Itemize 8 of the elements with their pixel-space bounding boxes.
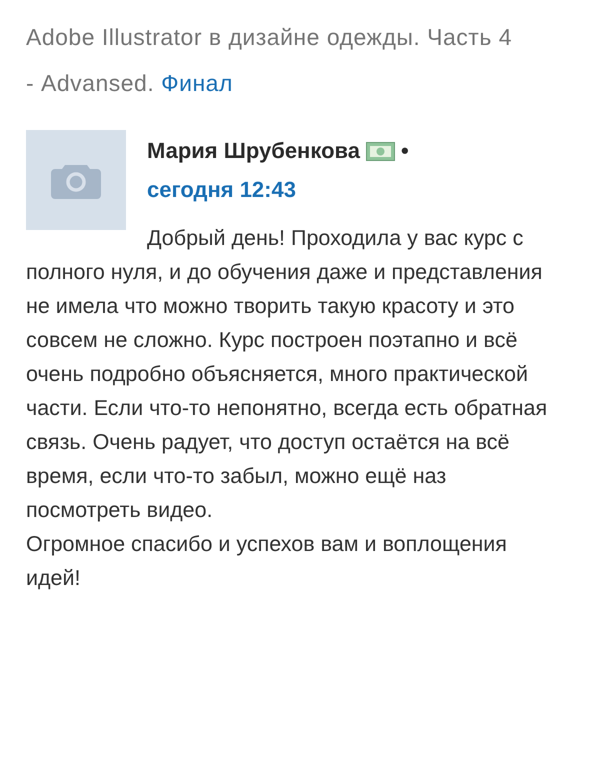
review-text: Огромное спасибо и успехов вам и воплощения идей!: [26, 531, 508, 592]
author-name: Мария Шрубенкова: [147, 137, 360, 165]
course-title: Adobe Illustrator в дизайне одежды. Часть 4 - Advansed. Финал: [26, 23, 513, 98]
banknote-icon: [366, 142, 395, 160]
review-text: Добрый день! Проходила у вас курс с полного нуля, и до обучения даже и представления не имела что можно творить такую красоту и это совсем не сложно. Курс построен поэтапно и всё очень подробно объясняется, много практической части. Если что-то непонятно, всегда есть обратная связь. Очень радует, что доступ остаётся на всё время, если что-то забыл, можно ещё наз посмотреть видео.: [26, 225, 548, 524]
review-date[interactable]: сегодня 12:43: [147, 177, 296, 202]
course-link[interactable]: Финал: [161, 70, 233, 96]
separator-dot: •: [400, 137, 409, 165]
